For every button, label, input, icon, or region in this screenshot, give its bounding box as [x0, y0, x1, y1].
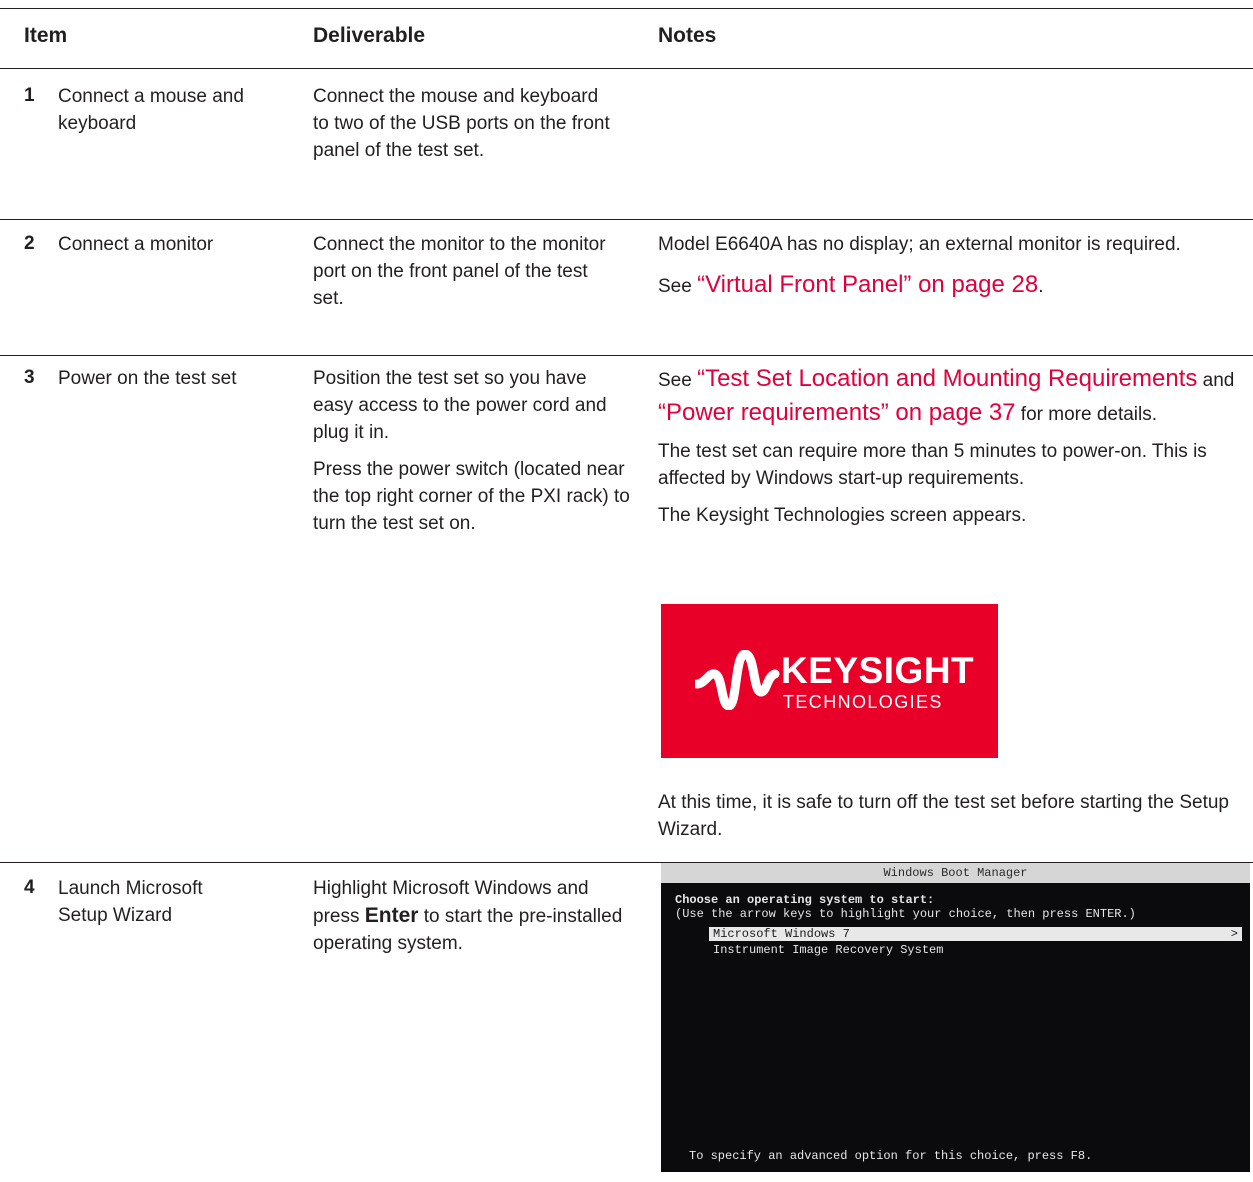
boot-prompt: Choose an operating system to start: [675, 893, 935, 907]
cross-reference-link[interactable]: “Power requirements” on page 37 [658, 399, 1016, 426]
boot-footer: To specify an advanced option for this c… [689, 1149, 1093, 1163]
boot-option: Instrument Image Recovery System [713, 943, 944, 957]
row-number: 1 [24, 85, 35, 106]
row-number: 2 [24, 233, 35, 254]
row-item: Power on the test set [58, 368, 237, 389]
table-top-rule [0, 8, 1253, 9]
row-deliverable: Connect the monitor to the monitor port … [313, 234, 606, 309]
deliverable-paragraph: Press the power switch (located near the… [313, 459, 630, 534]
row-item: Launch Microsoft Setup Wizard [58, 878, 203, 926]
row-notes-after-logo: At this time, it is safe to turn off the… [658, 792, 1230, 840]
header-rule [0, 68, 1253, 69]
boot-option-label: Microsoft Windows 7 [713, 927, 850, 941]
row-deliverable: Position the test set so you have easy a… [313, 365, 631, 547]
keysight-wave-icon [695, 650, 780, 710]
row-item: Connect a monitor [58, 234, 214, 255]
notes-paragraph: Model E6640A has no display; an external… [658, 234, 1181, 255]
boot-manager-title: Windows Boot Manager [661, 863, 1250, 883]
boot-instructions: (Use the arrow keys to highlight your ch… [675, 907, 1136, 921]
row-deliverable: Highlight Microsoft Windows and press En… [313, 875, 638, 957]
notes-paragraph: The test set can require more than 5 min… [658, 441, 1207, 489]
row-rule [0, 355, 1253, 356]
notes-text: and [1197, 370, 1235, 391]
row-item: Connect a mouse and keyboard [58, 86, 244, 134]
cross-reference-link[interactable]: “Test Set Location and Mounting Requirem… [697, 365, 1197, 392]
notes-paragraph: See “Test Set Location and Mounting Requ… [658, 362, 1238, 430]
header-item: Item [24, 24, 68, 47]
row-notes: See “Test Set Location and Mounting Requ… [658, 362, 1238, 539]
row-rule [0, 219, 1253, 220]
notes-text: See [658, 370, 698, 391]
logo-name: KEYSIGHT [781, 650, 975, 691]
notes-paragraph: See “Virtual Front Panel” on page 28. [658, 268, 1218, 302]
row-deliverable: Connect the mouse and keyboard to two of… [313, 86, 610, 161]
logo-subtitle: TECHNOLOGIES [783, 692, 943, 712]
row-number: 3 [24, 367, 35, 388]
header-deliverable: Deliverable [313, 24, 426, 47]
row-notes: Model E6640A has no display; an external… [658, 231, 1218, 312]
boot-manager-screenshot: Windows Boot Manager Choose an operating… [661, 863, 1250, 1172]
header-notes: Notes [658, 24, 717, 47]
boot-option-selected: Microsoft Windows 7 > [709, 927, 1242, 941]
notes-text: for more details. [1015, 404, 1158, 425]
deliverable-paragraph: Position the test set so you have easy a… [313, 368, 607, 443]
enter-key-label: Enter [364, 904, 419, 927]
notes-text: . [1038, 276, 1044, 297]
notes-paragraph: The Keysight Technologies screen appears… [658, 505, 1027, 526]
cross-reference-link[interactable]: “Virtual Front Panel” on page 28 [697, 271, 1038, 298]
row-number: 4 [24, 877, 35, 898]
keysight-logo: KEYSIGHT TECHNOLOGIES [661, 604, 998, 758]
notes-text: See [658, 276, 698, 297]
selection-arrow-icon: > [1230, 927, 1238, 941]
